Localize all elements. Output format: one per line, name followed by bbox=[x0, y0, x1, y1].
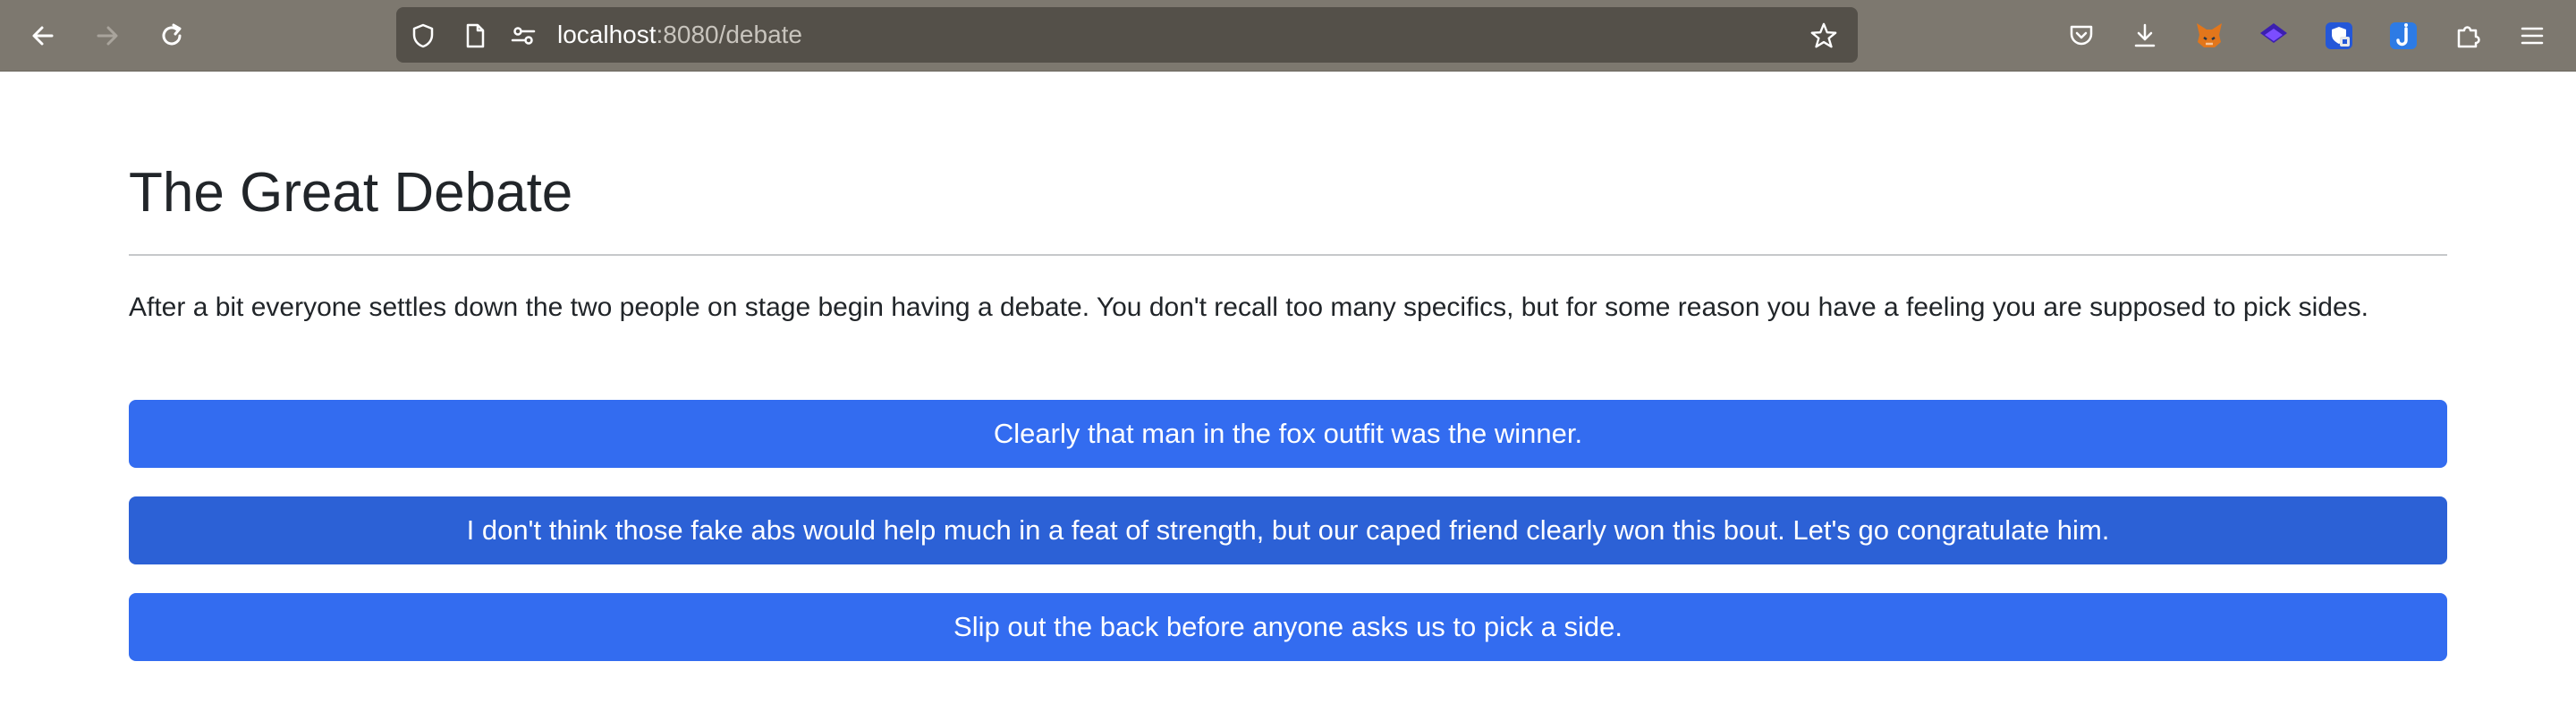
choice-button-fox[interactable]: Clearly that man in the fox outfit was t… bbox=[129, 400, 2447, 468]
url-text[interactable]: localhost:8080/debate bbox=[557, 19, 802, 51]
permissions-icon[interactable] bbox=[509, 21, 538, 50]
story-text: After a bit everyone settles down the tw… bbox=[129, 293, 2368, 322]
reload-icon bbox=[162, 23, 182, 46]
url-path: :8080/debate bbox=[656, 21, 803, 48]
layers-icon[interactable] bbox=[2254, 16, 2293, 55]
pocket-icon[interactable] bbox=[2062, 16, 2101, 55]
reload-button[interactable] bbox=[152, 16, 191, 55]
j-extension-icon[interactable] bbox=[2384, 16, 2423, 55]
shield-lock-icon[interactable] bbox=[2319, 16, 2359, 55]
url-host: localhost bbox=[557, 21, 657, 48]
address-bar[interactable]: localhost:8080/debate bbox=[396, 7, 1858, 63]
choice-button-slip-out[interactable]: Slip out the back before anyone asks us … bbox=[129, 593, 2447, 661]
title-divider bbox=[129, 254, 2447, 256]
metamask-fox-icon[interactable] bbox=[2190, 16, 2229, 55]
forward-button[interactable] bbox=[88, 16, 127, 55]
back-button[interactable] bbox=[23, 16, 63, 55]
page-title: The Great Debate bbox=[129, 162, 573, 224]
hamburger-menu-icon[interactable] bbox=[2512, 16, 2552, 55]
browser-toolbar: localhost:8080/debate bbox=[0, 0, 2576, 72]
download-icon[interactable] bbox=[2125, 16, 2165, 55]
shield-icon[interactable] bbox=[409, 21, 437, 50]
page-icon bbox=[461, 21, 489, 50]
arrow-right-icon bbox=[97, 26, 118, 46]
puzzle-icon[interactable] bbox=[2448, 16, 2487, 55]
star-icon[interactable] bbox=[1809, 21, 1838, 50]
choice-button-caped-friend[interactable]: I don't think those fake abs would help … bbox=[129, 496, 2447, 564]
arrow-left-icon bbox=[32, 26, 54, 46]
